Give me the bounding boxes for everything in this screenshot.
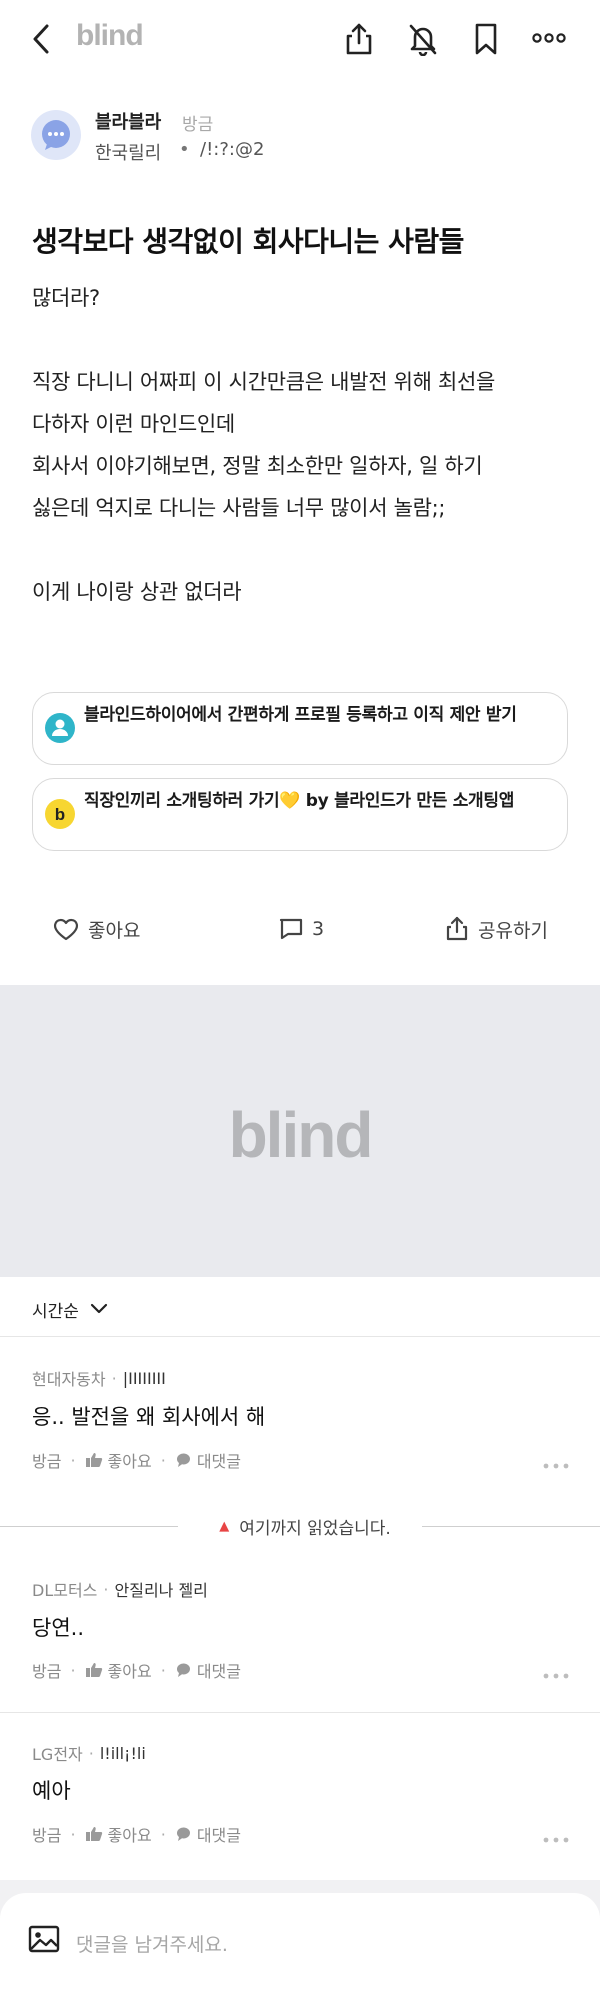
comment-reply-button[interactable]: 대댓글 (175, 1448, 241, 1472)
comment-reply-label: 대댓글 (196, 1452, 241, 1471)
divider (0, 1712, 600, 1713)
svg-text:b: b (55, 805, 65, 824)
separator: · (103, 1579, 109, 1599)
read-marker: ▲ 여기까지 읽었습니다. (200, 1514, 410, 1539)
separator: · (70, 1660, 76, 1680)
top-bar: blind (0, 0, 600, 80)
comment-more-icon[interactable] (543, 1461, 569, 1471)
more-icon[interactable] (532, 33, 566, 43)
comment-like-button[interactable]: 좋아요 (85, 1448, 152, 1472)
image-icon[interactable] (28, 1925, 60, 1953)
reply-icon (176, 1453, 190, 1467)
comment-meta: DL모터스 · 안질리나 젤리 (32, 1577, 208, 1601)
comment-company[interactable]: 현대자동차 (32, 1366, 106, 1390)
comment-company[interactable]: DL모터스 (32, 1577, 97, 1601)
comment-text: 당연.. (32, 1616, 84, 1640)
share-icon[interactable] (343, 22, 375, 56)
comment-like-label: 좋아요 (107, 1662, 152, 1681)
back-icon[interactable] (30, 22, 52, 56)
bell-off-icon[interactable] (407, 22, 439, 56)
comment-nickname: l!ill¡!li (99, 1743, 146, 1763)
b-icon: b (45, 799, 75, 829)
reply-icon (176, 1827, 190, 1841)
triangle-up-icon: ▲ (219, 1519, 230, 1534)
comment-footer: 방금 · 좋아요 · 대댓글 (32, 1822, 241, 1846)
comment-time: 방금 (32, 1662, 62, 1681)
separator: · (111, 1368, 117, 1388)
sort-label: 시간순 (32, 1301, 79, 1322)
post-body: 많더라? 직장 다니니 어짜피 이 시간만큼은 내발전 위해 최선을 다하자 이… (32, 286, 496, 604)
comment-input[interactable]: 댓글을 남겨주세요. (76, 1930, 228, 1957)
separator: • (179, 139, 190, 160)
comment-meta: 현대자동차 · |IIIIIIII (32, 1366, 166, 1390)
separator: · (160, 1660, 166, 1680)
comment-like-button[interactable]: 좋아요 (85, 1658, 152, 1682)
comment-reply-button[interactable]: 대댓글 (175, 1658, 241, 1682)
comment-reply-label: 대댓글 (196, 1662, 241, 1681)
thumbs-up-icon (85, 1453, 102, 1467)
comment-icon (279, 918, 303, 940)
author-nickname: /!:?:@2 (200, 139, 265, 160)
heart-icon (54, 918, 78, 941)
avatar[interactable] (31, 110, 81, 160)
comment-time: 방금 (32, 1826, 62, 1845)
comment-button[interactable]: 3 (278, 914, 324, 944)
author-company[interactable]: 한국릴리 (95, 139, 161, 165)
thumbs-up-icon (85, 1663, 102, 1677)
comment-like-label: 좋아요 (107, 1452, 152, 1471)
comment-company[interactable]: LG전자 (32, 1741, 83, 1765)
promo-card-hire[interactable]: 블라인드하이어에서 간편하게 프로필 등록하고 이직 제안 받기 (32, 692, 568, 765)
read-marker-label: 여기까지 읽었습니다. (239, 1519, 391, 1539)
like-button[interactable]: 좋아요 (52, 914, 140, 944)
separator: · (88, 1743, 94, 1763)
comment-reply-button[interactable]: 대댓글 (175, 1822, 241, 1846)
author-name[interactable]: 블라블라 (95, 108, 161, 134)
comment-more-icon[interactable] (543, 1671, 569, 1681)
sort-dropdown[interactable]: 시간순 (32, 1295, 109, 1323)
promo-text: 블라인드하이어에서 간편하게 프로필 등록하고 이직 제안 받기 (84, 705, 517, 725)
comment-time: 방금 (32, 1452, 62, 1471)
comment-nickname: |IIIIIIII (122, 1368, 166, 1388)
divider (0, 1336, 600, 1337)
separator: · (70, 1824, 76, 1844)
comment-like-label: 좋아요 (107, 1826, 152, 1845)
chevron-down-icon (90, 1303, 108, 1314)
post-time: 방금 (182, 115, 214, 135)
share-icon (446, 916, 468, 941)
blind-logo[interactable]: blind (76, 19, 144, 53)
share-button[interactable]: 공유하기 (444, 914, 548, 944)
separator: · (70, 1450, 76, 1470)
share-label: 공유하기 (478, 919, 548, 942)
thumbs-up-icon (85, 1827, 102, 1841)
comment-meta: LG전자 · l!ill¡!li (32, 1741, 146, 1765)
chat-bubble-icon (42, 120, 70, 150)
person-icon (45, 713, 75, 743)
promo-card-dating[interactable]: b 직장인끼리 소개팅하러 가기💛 by 블라인드가 만든 소개팅앱 (32, 778, 568, 851)
promo-text: 직장인끼리 소개팅하러 가기💛 by 블라인드가 만든 소개팅앱 (84, 791, 515, 811)
comment-text: 응.. 발전을 왜 회사에서 해 (32, 1405, 266, 1429)
comment-like-button[interactable]: 좋아요 (85, 1822, 152, 1846)
reply-icon (176, 1663, 190, 1677)
read-marker-line (0, 1526, 178, 1527)
separator: · (160, 1450, 166, 1470)
bookmark-icon[interactable] (473, 22, 499, 56)
comment-footer: 방금 · 좋아요 · 대댓글 (32, 1658, 241, 1682)
ad-logo: blind (228, 1099, 374, 1171)
separator: · (160, 1824, 166, 1844)
like-label: 좋아요 (88, 919, 141, 942)
post-title: 생각보다 생각없이 회사다니는 사람들 (32, 225, 464, 258)
read-marker-line (422, 1526, 600, 1527)
comment-more-icon[interactable] (543, 1835, 569, 1845)
comment-nickname: 안질리나 젤리 (114, 1581, 208, 1600)
comment-reply-label: 대댓글 (196, 1826, 241, 1845)
comment-text: 예아 (32, 1779, 71, 1803)
comment-count: 3 (312, 918, 325, 940)
comment-footer: 방금 · 좋아요 · 대댓글 (32, 1448, 241, 1472)
